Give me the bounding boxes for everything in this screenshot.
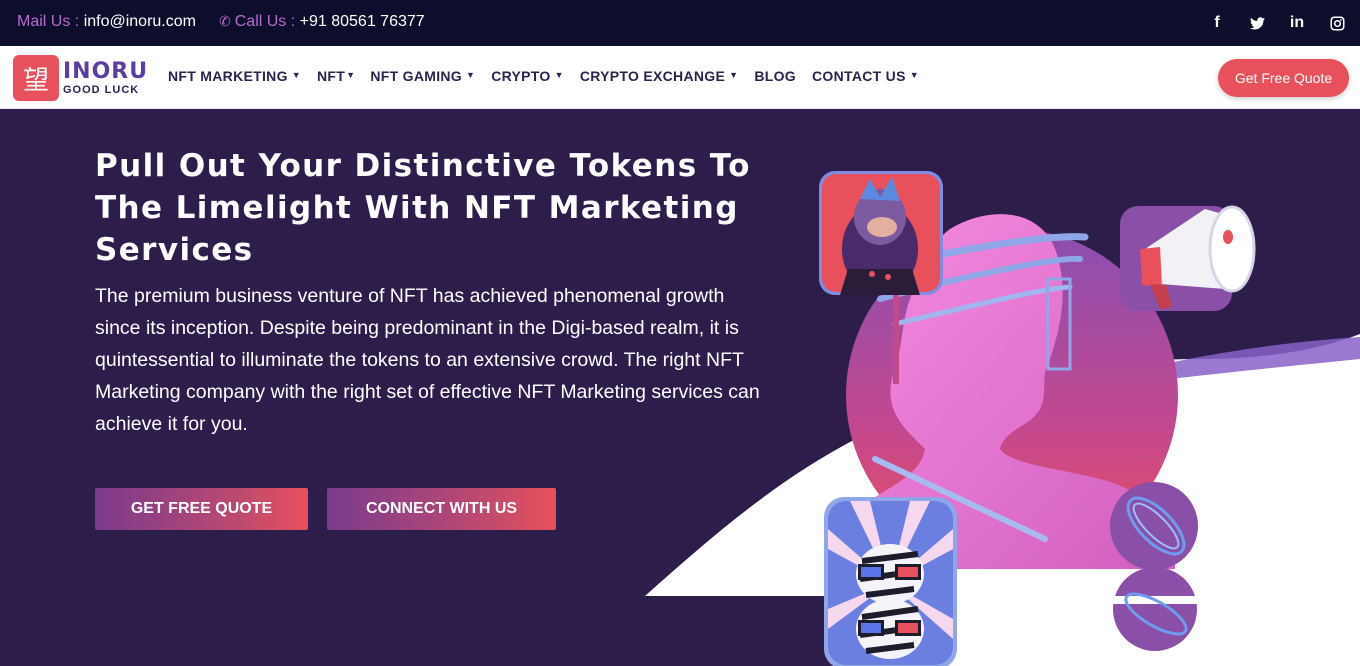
nav-item-contact-us[interactable]: CONTACT US ▼: [812, 68, 919, 84]
megaphone-card: [1120, 205, 1256, 311]
chevron-down-icon: ▼: [909, 70, 919, 80]
main-navbar: 望 INORU GOOD LUCK NFT MARKETING ▼ NFT ▼ NF…: [0, 46, 1360, 109]
chevron-down-icon: ▼: [291, 70, 301, 80]
connect-with-us-button[interactable]: CONNECT WITH US: [327, 488, 556, 530]
get-free-quote-button[interactable]: Get Free Quote: [1218, 59, 1349, 97]
phone-icon: ✆: [219, 13, 231, 29]
nav-item-label: CRYPTO: [491, 68, 551, 84]
brand-tagline: GOOD LUCK: [63, 83, 140, 96]
linkedin-icon[interactable]: in: [1288, 12, 1306, 34]
get-free-quote-hero-button[interactable]: GET FREE QUOTE: [95, 488, 308, 530]
zebra-nft-card: [824, 497, 957, 666]
nav-item-label: NFT MARKETING: [168, 68, 288, 84]
twitter-icon[interactable]: [1248, 12, 1266, 34]
logo-mark-icon: 望: [13, 55, 59, 101]
chevron-down-icon: ▼: [729, 70, 739, 80]
nav-item-blog[interactable]: BLOG: [754, 68, 796, 84]
chevron-down-icon: ▼: [554, 70, 564, 80]
nav-item-nft-gaming[interactable]: NFT GAMING ▼: [370, 68, 475, 84]
ape-nft-card: [819, 171, 943, 295]
mail-contact[interactable]: Mail Us : info@inoru.com: [17, 13, 196, 31]
brand-name: INORU: [63, 58, 149, 84]
nav-item-label: CRYPTO EXCHANGE: [579, 68, 726, 84]
nav-item-label: BLOG: [754, 68, 796, 84]
brand-logo[interactable]: 望 INORU GOOD LUCK: [13, 55, 148, 101]
nav-item-crypto-exchange[interactable]: CRYPTO EXCHANGE ▼: [580, 68, 739, 84]
call-label: Call Us :: [234, 13, 296, 30]
chevron-down-icon: ▼: [466, 70, 476, 80]
nav-item-crypto[interactable]: CRYPTO ▼: [491, 68, 564, 84]
facebook-icon[interactable]: f: [1208, 12, 1226, 34]
social-links: f in: [1208, 12, 1346, 34]
mail-value[interactable]: info@inoru.com: [84, 13, 196, 30]
nav-item-label: NFT: [317, 68, 346, 84]
nav-item-nft[interactable]: NFT ▼: [317, 68, 355, 84]
nav-menu: NFT MARKETING ▼ NFT ▼ NFT GAMING ▼ CRYPTO ▼ …: [168, 68, 935, 84]
instagram-icon[interactable]: [1328, 12, 1346, 34]
hero-section: Pull Out Your Distinctive Tokens To The …: [0, 109, 1360, 666]
nav-item-nft-marketing[interactable]: NFT MARKETING ▼: [168, 68, 301, 84]
mail-label: Mail Us :: [17, 13, 80, 30]
hero-title: Pull Out Your Distinctive Tokens To The …: [95, 148, 751, 268]
nav-item-label: CONTACT US: [812, 68, 906, 84]
logo-text: INORU GOOD LUCK: [63, 58, 149, 96]
call-contact[interactable]: ✆ Call Us : +91 80561 76377: [219, 13, 425, 31]
hero-description: The premium business venture of NFT has …: [95, 285, 760, 435]
chevron-down-icon: ▼: [346, 70, 356, 80]
phone-value[interactable]: +91 80561 76377: [300, 13, 425, 30]
top-contact-bar: Mail Us : info@inoru.com ✆ Call Us : +91 …: [0, 0, 1360, 46]
nav-item-label: NFT GAMING: [370, 68, 462, 84]
